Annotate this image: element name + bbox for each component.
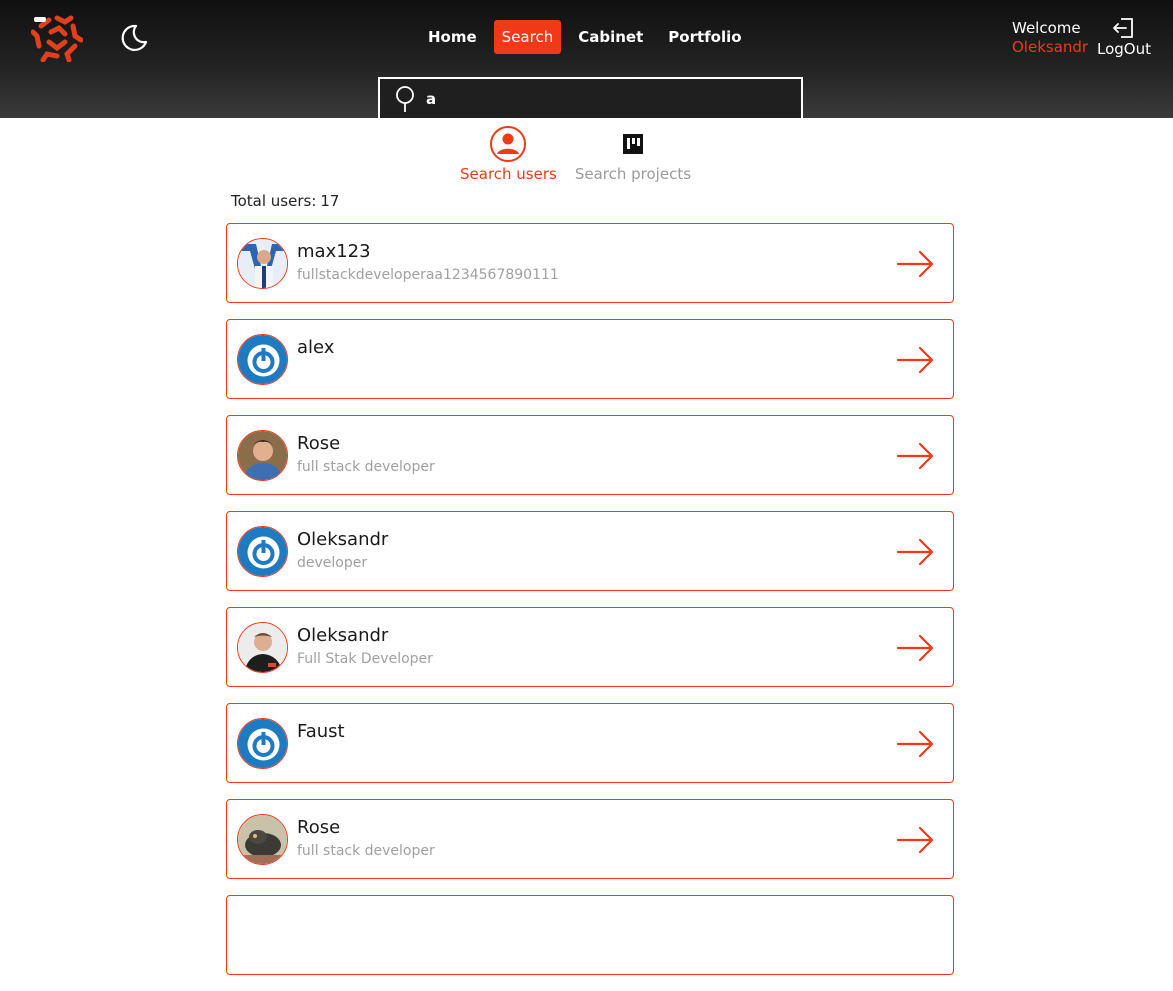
nav-cabinet[interactable]: Cabinet (570, 20, 651, 54)
user-name: Oleksandr (297, 529, 389, 550)
total-users: Total users: 17 (231, 192, 339, 210)
logout-button[interactable]: LogOut (1094, 17, 1154, 58)
arrow-right-icon[interactable] (897, 346, 935, 374)
logout-label: LogOut (1097, 40, 1151, 58)
user-role: full stack developer (297, 459, 435, 475)
search-bar (378, 77, 803, 118)
user-name: Faust (297, 721, 345, 742)
user-card[interactable]: Oleksandr developer (226, 511, 954, 591)
user-list: max123 fullstackdeveloperaa1234567890111… (226, 223, 954, 991)
user-name: alex (297, 337, 335, 358)
user-card[interactable]: max123 fullstackdeveloperaa1234567890111 (226, 223, 954, 303)
avatar (237, 430, 288, 481)
avatar (237, 622, 288, 673)
user-icon (489, 125, 527, 163)
welcome-block: Welcome Oleksandr (1012, 19, 1092, 57)
moon-icon[interactable] (119, 23, 149, 53)
tab-users-label: Search users (460, 165, 557, 183)
board-icon (622, 125, 644, 163)
arrow-right-icon[interactable] (897, 730, 935, 758)
arrow-right-icon[interactable] (897, 826, 935, 854)
total-users-count: 17 (320, 192, 340, 210)
user-card[interactable]: Oleksandr Full Stak Developer (226, 607, 954, 687)
arrow-right-icon[interactable] (897, 442, 935, 470)
user-card[interactable]: Rose full stack developer (226, 415, 954, 495)
user-name: Rose (297, 433, 341, 454)
user-card[interactable]: Faust (226, 703, 954, 783)
avatar (237, 238, 288, 289)
nav-search[interactable]: Search (493, 20, 562, 54)
user-name: Rose (297, 817, 341, 838)
search-tabs: Search users Search projects (460, 125, 709, 183)
search-input[interactable] (426, 89, 786, 108)
user-role: developer (297, 555, 368, 571)
nav-portfolio[interactable]: Portfolio (660, 20, 749, 54)
power-icon (237, 334, 288, 385)
user-card[interactable]: Rose full stack developer (226, 799, 954, 879)
power-icon (237, 526, 288, 577)
welcome-username[interactable]: Oleksandr (1012, 38, 1092, 57)
user-name: Oleksandr (297, 625, 389, 646)
user-role: full stack developer (297, 843, 435, 859)
user-card[interactable]: alex (226, 319, 954, 399)
welcome-label: Welcome (1012, 19, 1081, 37)
tab-projects-label: Search projects (574, 165, 692, 183)
user-card[interactable] (226, 895, 954, 975)
total-users-label: Total users: (231, 192, 317, 210)
power-icon (237, 718, 288, 769)
nav-home[interactable]: Home (420, 20, 485, 54)
logout-icon (1113, 18, 1133, 38)
tab-search-users[interactable]: Search users (460, 125, 557, 183)
user-name: max123 (297, 241, 371, 262)
avatar (237, 814, 288, 865)
search-icon (396, 85, 414, 112)
arrow-right-icon[interactable] (897, 250, 935, 278)
top-header: Home Search Cabinet Portfolio Welcome Ol… (0, 0, 1173, 118)
tab-search-projects[interactable]: Search projects (575, 125, 691, 183)
user-role: Full Stak Developer (297, 651, 433, 667)
app-logo[interactable] (30, 12, 84, 63)
user-role: fullstackdeveloperaa1234567890111 (297, 267, 559, 283)
main-nav: Home Search Cabinet Portfolio (420, 20, 759, 54)
arrow-right-icon[interactable] (897, 538, 935, 566)
arrow-right-icon[interactable] (897, 634, 935, 662)
